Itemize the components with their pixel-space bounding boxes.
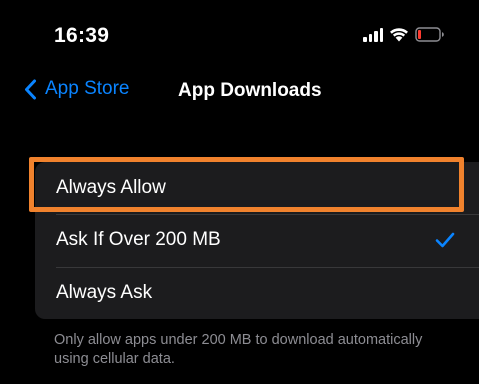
download-options-list: Always Allow Ask If Over 200 MB Always A… <box>35 162 479 319</box>
status-icons <box>363 27 445 42</box>
option-always-ask[interactable]: Always Ask <box>35 266 479 319</box>
option-label: Always Allow <box>56 177 166 199</box>
option-label: Always Ask <box>56 281 153 303</box>
chevron-left-icon <box>24 79 37 100</box>
back-label: App Store <box>45 78 130 99</box>
back-button[interactable]: App Store <box>24 78 130 100</box>
status-bar: 16:39 <box>0 0 479 72</box>
nav-bar: App Store App Downloads <box>0 72 479 112</box>
screen: 16:39 App Store App Downloads Always All… <box>0 0 479 384</box>
battery-icon <box>415 27 445 42</box>
option-always-allow[interactable]: Always Allow <box>35 162 479 214</box>
page-title: App Downloads <box>178 80 322 101</box>
signal-icon <box>363 27 383 42</box>
option-ask-if-over-200mb[interactable]: Ask If Over 200 MB <box>35 214 479 266</box>
option-label: Ask If Over 200 MB <box>56 229 221 251</box>
wifi-icon <box>389 27 409 42</box>
footer-note: Only allow apps under 200 MB to download… <box>54 332 423 367</box>
status-time: 16:39 <box>54 24 110 47</box>
checkmark-icon <box>435 232 455 248</box>
